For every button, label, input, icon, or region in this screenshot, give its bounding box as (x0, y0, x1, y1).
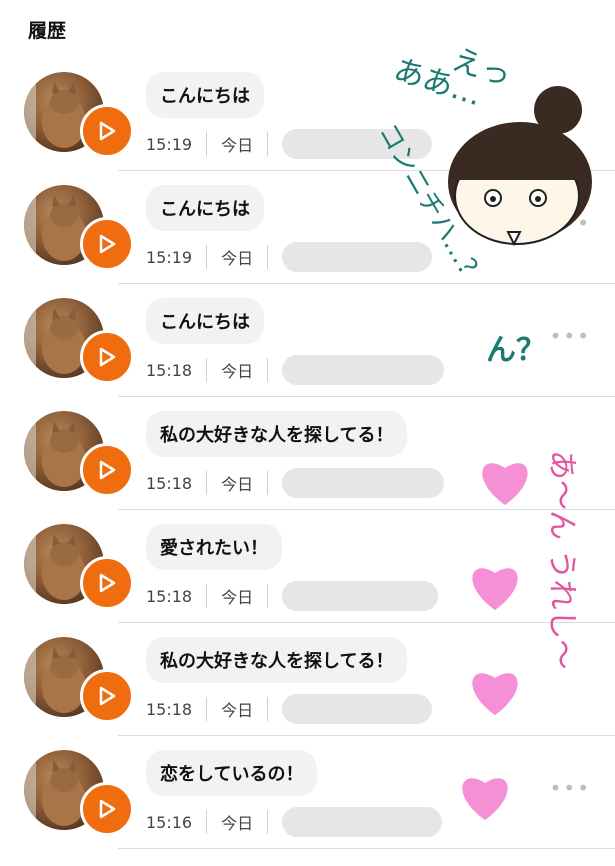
list-item[interactable]: 恋をしているの！ 15:16 今日 ••• (0, 736, 615, 849)
play-button[interactable] (80, 782, 134, 836)
divider (267, 810, 269, 834)
play-icon (99, 460, 116, 480)
list-item[interactable]: こんにちは 15:18 今日 ••• (0, 284, 615, 397)
redacted-text (282, 694, 433, 724)
history-list: こんにちは 15:19 今日 こんにちは 15:19 今日 ••• こんにちは … (0, 58, 615, 849)
divider (206, 245, 208, 269)
day-label: 今日 (221, 701, 254, 720)
play-button[interactable] (80, 330, 134, 384)
timestamp: 15:19 (146, 247, 193, 267)
play-button[interactable] (80, 104, 134, 158)
play-icon (99, 347, 116, 367)
divider (267, 471, 269, 495)
play-icon (99, 686, 116, 706)
play-button[interactable] (80, 669, 134, 723)
message-meta: 15:16 今日 (146, 807, 443, 837)
divider (206, 697, 208, 721)
day-label: 今日 (221, 249, 254, 268)
list-item[interactable]: こんにちは 15:19 今日 (0, 58, 615, 171)
redacted-text (282, 468, 445, 498)
more-icon[interactable]: ••• (550, 776, 591, 800)
divider (206, 358, 208, 382)
day-label: 今日 (221, 136, 254, 155)
day-label: 今日 (221, 475, 254, 494)
list-item[interactable]: こんにちは 15:19 今日 ••• (0, 171, 615, 284)
divider (206, 810, 208, 834)
message-bubble: こんにちは (146, 185, 264, 231)
message-bubble: 恋をしているの！ (146, 750, 318, 796)
redacted-text (282, 355, 445, 385)
list-item[interactable]: 私の大好きな人を探してる！ 15:18 今日 (0, 397, 615, 510)
divider (267, 697, 269, 721)
play-button[interactable] (80, 443, 134, 497)
play-button[interactable] (80, 556, 134, 610)
message-bubble: 私の大好きな人を探してる！ (146, 637, 408, 683)
divider (206, 132, 208, 156)
list-item[interactable]: 私の大好きな人を探してる！ 15:18 今日 (0, 623, 615, 736)
play-icon (99, 234, 116, 254)
message-bubble: 愛されたい！ (146, 524, 282, 570)
divider (267, 245, 269, 269)
play-button[interactable] (80, 217, 134, 271)
divider (267, 584, 269, 608)
redacted-text (282, 581, 439, 611)
page-title: 履歴 (28, 20, 67, 42)
redacted-text (282, 129, 433, 159)
message-meta: 15:19 今日 (146, 129, 433, 159)
more-icon[interactable]: ••• (550, 211, 591, 235)
redacted-text (282, 807, 443, 837)
message-bubble: 私の大好きな人を探してる！ (146, 411, 408, 457)
play-icon (99, 799, 116, 819)
redacted-text (282, 242, 433, 272)
message-meta: 15:19 今日 (146, 242, 433, 272)
message-meta: 15:18 今日 (146, 468, 445, 498)
day-label: 今日 (221, 588, 254, 607)
play-icon (99, 121, 116, 141)
divider (206, 471, 208, 495)
day-label: 今日 (221, 362, 254, 381)
message-bubble: こんにちは (146, 298, 264, 344)
message-meta: 15:18 今日 (146, 355, 445, 385)
timestamp: 15:18 (146, 473, 193, 493)
day-label: 今日 (221, 814, 254, 833)
message-bubble: こんにちは (146, 72, 264, 118)
play-icon (99, 573, 116, 593)
timestamp: 15:18 (146, 360, 193, 380)
timestamp: 15:18 (146, 699, 193, 719)
list-item[interactable]: 愛されたい！ 15:18 今日 (0, 510, 615, 623)
more-icon[interactable]: ••• (550, 324, 591, 348)
message-meta: 15:18 今日 (146, 694, 433, 724)
timestamp: 15:19 (146, 134, 193, 154)
divider (206, 584, 208, 608)
timestamp: 15:18 (146, 586, 193, 606)
divider (267, 132, 269, 156)
message-meta: 15:18 今日 (146, 581, 439, 611)
timestamp: 15:16 (146, 812, 193, 832)
divider (267, 358, 269, 382)
